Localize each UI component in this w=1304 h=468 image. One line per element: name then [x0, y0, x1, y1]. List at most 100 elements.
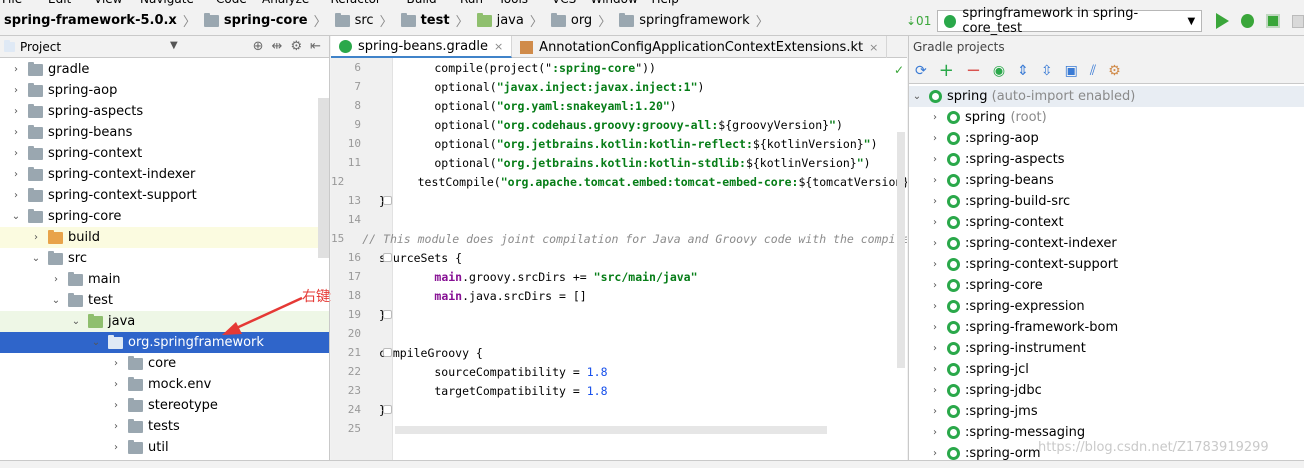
settings-icon[interactable]: ⚙ [1108, 63, 1121, 79]
breadcrumb-item[interactable]: spring-core 〉 [200, 6, 331, 36]
chevron-right-icon[interactable]: › [927, 301, 943, 312]
tree-item[interactable]: › core [0, 353, 329, 374]
gradle-project-item[interactable]: ›:spring-expression [909, 296, 1304, 317]
chevron-right-icon[interactable]: › [927, 112, 943, 123]
gradle-project-item[interactable]: › spring (root) [909, 107, 1304, 128]
chevron-down-icon[interactable]: ⌄ [28, 253, 44, 264]
tree-item[interactable]: › gradle [0, 59, 329, 80]
chevron-right-icon[interactable]: › [927, 406, 943, 417]
collapse-icon[interactable]: ⇹ [272, 39, 283, 54]
gradle-project-item[interactable]: ›:spring-jms [909, 401, 1304, 422]
scrollbar[interactable] [897, 132, 905, 368]
code-line[interactable]: 10 optional("org.jetbrains.kotlin:kotlin… [331, 134, 907, 153]
tree-item[interactable]: › util [0, 437, 329, 458]
gradle-project-item[interactable]: ›:spring-instrument [909, 338, 1304, 359]
code-line[interactable]: 8 optional("org.yaml:snakeyaml:1.20") [331, 96, 907, 115]
tree-item[interactable]: › mock.env [0, 374, 329, 395]
tree-item[interactable]: › spring-aspects [0, 101, 329, 122]
tree-item[interactable]: › spring-aop [0, 80, 329, 101]
chevron-right-icon[interactable]: › [927, 280, 943, 291]
tree-item[interactable]: › spring-context [0, 143, 329, 164]
gradle-project-item[interactable]: ›:spring-context-indexer [909, 233, 1304, 254]
locate-icon[interactable]: ⊕ [253, 39, 264, 54]
gradle-project-item[interactable]: ›:spring-beans [909, 170, 1304, 191]
tree-item[interactable]: › spring-context-support [0, 185, 329, 206]
breadcrumb-item[interactable]: src 〉 [331, 6, 397, 36]
chevron-down-icon[interactable]: ▼ [170, 40, 178, 51]
code-line[interactable]: 13} [331, 191, 907, 210]
code-line[interactable]: 16 sourceSets { [331, 248, 907, 267]
chevron-right-icon[interactable]: › [927, 259, 943, 270]
hide-icon[interactable]: ⇤ [310, 39, 321, 54]
breadcrumb-item[interactable]: springframework 〉 [615, 6, 773, 36]
chevron-right-icon[interactable]: › [108, 442, 124, 453]
build-icon[interactable]: ⇣01 [906, 14, 931, 28]
chevron-right-icon[interactable]: › [927, 343, 943, 354]
chevron-right-icon[interactable]: › [927, 448, 943, 459]
code-line[interactable]: 15 // This module does joint compilation … [331, 229, 907, 248]
code-line[interactable]: 18 main.java.srcDirs = [] [331, 286, 907, 305]
chevron-right-icon[interactable]: › [927, 385, 943, 396]
chevron-right-icon[interactable]: › [927, 238, 943, 249]
code-line[interactable]: 19} [331, 305, 907, 324]
close-icon[interactable]: × [494, 40, 503, 53]
chevron-right-icon[interactable]: › [8, 127, 24, 138]
chevron-right-icon[interactable]: › [927, 427, 943, 438]
breadcrumb-item[interactable]: java 〉 [473, 6, 547, 36]
chevron-right-icon[interactable]: › [927, 154, 943, 165]
chevron-right-icon[interactable]: › [927, 133, 943, 144]
run-configuration-select[interactable]: springframework in spring-core_test ▼ [937, 6, 1203, 36]
chevron-right-icon[interactable]: › [8, 85, 24, 96]
collapse-all-icon[interactable]: ⇳ [1041, 63, 1053, 79]
editor-tab[interactable]: AnnotationConfigApplicationContextExtens… [512, 36, 888, 58]
chevron-down-icon[interactable]: ⌄ [88, 337, 104, 348]
gradle-project-item[interactable]: ›:spring-jdbc [909, 380, 1304, 401]
chevron-down-icon[interactable]: ⌄ [68, 316, 84, 327]
expand-all-icon[interactable]: ⇕ [1017, 63, 1029, 79]
code-line[interactable]: 11 optional("org.jetbrains.kotlin:kotlin… [331, 153, 907, 172]
tree-item[interactable]: ⌄ src [0, 248, 329, 269]
gear-icon[interactable]: ⚙ [290, 39, 302, 54]
chevron-right-icon[interactable]: › [108, 358, 124, 369]
fold-marker-icon[interactable] [383, 405, 392, 414]
code-line[interactable]: 7 optional("javax.inject:javax.inject:1"… [331, 77, 907, 96]
fold-marker-icon[interactable] [383, 196, 392, 205]
chevron-right-icon[interactable]: › [927, 196, 943, 207]
chevron-right-icon[interactable]: › [8, 106, 24, 117]
editor-tab[interactable]: spring-beans.gradle × [331, 36, 513, 58]
group-icon[interactable]: ▣ [1065, 63, 1078, 79]
gradle-project-item[interactable]: ›:spring-core [909, 275, 1304, 296]
chevron-right-icon[interactable]: › [8, 64, 24, 75]
code-line[interactable]: 9 optional("org.codehaus.groovy:groovy-a… [331, 115, 907, 134]
tree-item[interactable]: › main [0, 269, 329, 290]
code-line[interactable]: 20 [331, 324, 907, 343]
fold-marker-icon[interactable] [383, 253, 392, 262]
toggle-offline-icon[interactable]: ⫽ [1090, 63, 1096, 79]
chevron-down-icon[interactable]: ⌄ [8, 211, 24, 222]
gradle-project-item[interactable]: ›:spring-aspects [909, 149, 1304, 170]
gradle-project-item[interactable]: ›:spring-build-src [909, 191, 1304, 212]
add-icon[interactable]: + [939, 60, 954, 81]
gradle-project-item[interactable]: ›:spring-context [909, 212, 1304, 233]
chevron-right-icon[interactable]: › [8, 169, 24, 180]
coverage-icon[interactable] [1266, 14, 1280, 28]
stop-icon[interactable] [1291, 14, 1304, 28]
gradle-project-item[interactable]: ›:spring-context-support [909, 254, 1304, 275]
tree-item[interactable]: › tests [0, 416, 329, 437]
execute-task-icon[interactable]: ◉ [993, 63, 1005, 79]
tree-item[interactable]: › stereotype [0, 395, 329, 416]
breadcrumb-item[interactable]: org 〉 [547, 6, 615, 36]
gradle-project-item[interactable]: ›:spring-aop [909, 128, 1304, 149]
tree-item[interactable]: › build [0, 227, 329, 248]
chevron-right-icon[interactable]: › [48, 274, 64, 285]
chevron-down-icon[interactable]: ⌄ [48, 295, 64, 306]
tree-item[interactable]: › spring-beans [0, 122, 329, 143]
tree-item[interactable]: ⌄ spring-core [0, 206, 329, 227]
code-line[interactable]: 12 testCompile("org.apache.tomcat.embed:… [331, 172, 907, 191]
code-line[interactable]: 17 main.groovy.srcDirs += "src/main/java… [331, 267, 907, 286]
gradle-root[interactable]: ⌄ spring (auto-import enabled) [909, 86, 1304, 107]
gradle-project-item[interactable]: ›:spring-jcl [909, 359, 1304, 380]
code-line[interactable]: 22 sourceCompatibility = 1.8 [331, 362, 907, 381]
close-icon[interactable]: × [869, 41, 878, 54]
breadcrumb-item[interactable]: spring-framework-5.0.x 〉 [0, 6, 200, 36]
